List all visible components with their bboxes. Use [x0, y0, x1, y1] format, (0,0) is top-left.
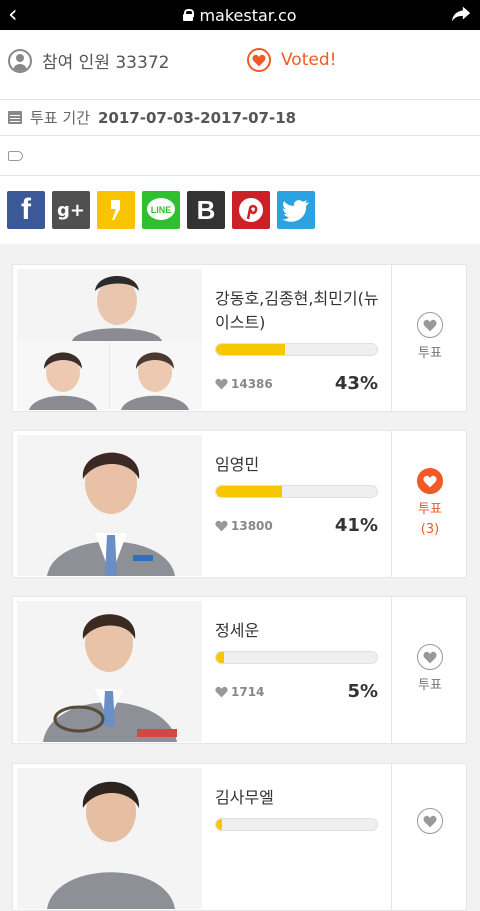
portrait-photo	[17, 601, 202, 742]
candidate-name: 임영민	[215, 455, 260, 474]
candidate-card: 임영민 13800 41% 투표 (3)	[12, 430, 467, 578]
like-count: 14386	[215, 377, 273, 391]
progress-fill	[216, 344, 286, 355]
candidate-photo	[17, 269, 202, 410]
heart-icon	[215, 686, 228, 698]
vote-label: 투표 (3)	[418, 500, 442, 540]
like-count-value: 1714	[231, 685, 265, 699]
share-icon[interactable]	[450, 3, 472, 25]
svg-text:LINE: LINE	[151, 205, 172, 215]
vote-button[interactable]: 투표 (3)	[392, 431, 468, 577]
vote-label-text: 투표	[418, 502, 442, 517]
vote-percentage: 43%	[334, 373, 378, 394]
participants-stat: 참여 인원 33372	[8, 48, 169, 73]
browser-bar: ‹ makestar.co	[0, 0, 480, 30]
vote-progress-bar	[215, 343, 378, 356]
facebook-icon[interactable]: f	[7, 191, 45, 229]
candidate-card: 김사무엘	[12, 763, 467, 911]
vote-percentage: 41%	[334, 515, 378, 536]
heart-icon	[417, 312, 443, 338]
period-value: 2017-07-03-2017-07-18	[97, 108, 297, 127]
progress-fill	[216, 819, 223, 830]
progress-fill	[216, 486, 282, 497]
candidate-name: 김사무엘	[215, 788, 274, 807]
vote-progress-bar	[215, 818, 378, 831]
group-photo	[17, 269, 202, 410]
vote-percentage: 5%	[347, 681, 378, 702]
like-count-value: 14386	[231, 377, 273, 391]
heart-icon	[215, 378, 228, 390]
candidate-name: 강동호,김종현,최민기(뉴이스트)	[215, 289, 379, 332]
band-icon[interactable]: B	[187, 191, 225, 229]
person-icon	[8, 48, 32, 73]
tag-icon	[8, 150, 23, 161]
heart-icon	[247, 48, 271, 72]
back-icon[interactable]: ‹	[8, 2, 18, 26]
progress-fill	[216, 652, 225, 663]
candidate-name: 정세운	[215, 621, 260, 640]
vote-button[interactable]	[392, 764, 468, 910]
calendar-icon	[8, 111, 22, 124]
pinterest-icon[interactable]	[232, 191, 270, 229]
tag-row	[0, 136, 480, 176]
candidate-photo	[17, 435, 202, 576]
address-bar[interactable]: makestar.co	[183, 5, 297, 25]
stats-row: 참여 인원 33372 Voted!	[0, 30, 480, 100]
vote-progress-bar	[215, 651, 378, 664]
vote-count: (3)	[420, 522, 440, 537]
portrait-photo	[17, 435, 202, 576]
candidate-card: 강동호,김종현,최민기(뉴이스트) 14386 43% 투표	[12, 264, 467, 412]
heart-filled-icon	[417, 468, 443, 494]
candidate-photo	[17, 768, 202, 909]
google-plus-icon[interactable]: g+	[52, 191, 90, 229]
like-count: 13800	[215, 519, 273, 533]
heart-icon	[417, 644, 443, 670]
voted-label: Voted!	[281, 50, 337, 70]
like-count: 1714	[215, 685, 264, 699]
vote-progress-bar	[215, 485, 378, 498]
like-count-value: 13800	[231, 519, 273, 533]
vote-button[interactable]: 투표	[392, 265, 468, 411]
lock-icon	[183, 9, 195, 21]
heart-icon	[417, 808, 443, 834]
vote-label: 투표	[418, 678, 442, 693]
candidate-card: 정세운 1714 5% 투표	[12, 596, 467, 744]
url-text: makestar.co	[199, 5, 297, 25]
twitter-icon[interactable]	[277, 191, 315, 229]
candidate-list: 강동호,김종현,최민기(뉴이스트) 14386 43% 투표 임영민 13800…	[0, 246, 480, 911]
vote-label: 투표	[418, 346, 442, 361]
candidate-photo	[17, 601, 202, 742]
share-row: f g+ LINE B	[0, 176, 480, 244]
vote-button[interactable]: 투표	[392, 597, 468, 743]
portrait-photo	[17, 768, 202, 909]
kakaostory-icon[interactable]	[97, 191, 135, 229]
line-icon[interactable]: LINE	[142, 191, 180, 229]
period-label: 투표 기간	[30, 109, 90, 127]
vote-period-row: 투표 기간 2017-07-03-2017-07-18	[0, 100, 480, 136]
voted-status: Voted!	[247, 48, 336, 72]
heart-icon	[215, 520, 228, 532]
participants-label: 참여 인원 33372	[42, 53, 170, 73]
project-info: 참여 인원 33372 Voted! 투표 기간 2017-07-03-2017…	[0, 30, 480, 244]
